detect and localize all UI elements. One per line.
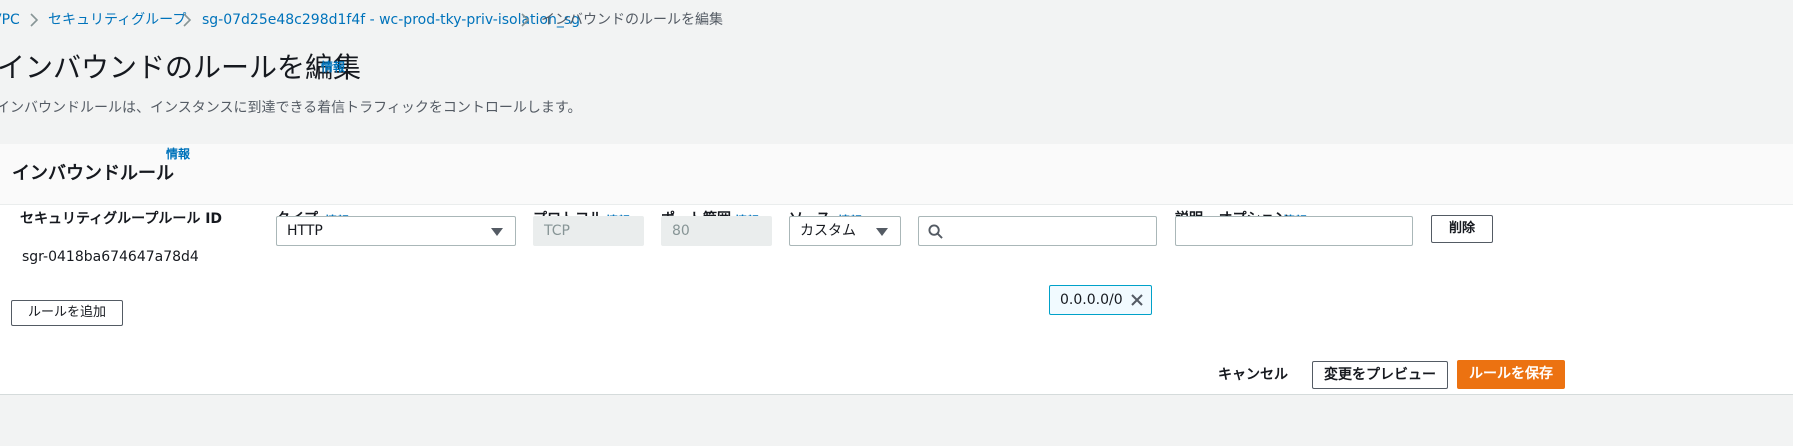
- protocol-value: TCP: [544, 223, 570, 239]
- chevron-right-icon: [30, 13, 39, 27]
- panel-header: [0, 144, 1793, 205]
- description-input[interactable]: [1175, 216, 1413, 246]
- page-title: インバウンドのルールを編集: [0, 51, 362, 84]
- page-description: インバウンドルールは、インスタンスに到達できる着信トラフィックをコントロールしま…: [0, 100, 582, 116]
- cancel-button[interactable]: キャンセル: [1212, 361, 1294, 389]
- breadcrumb-security-groups[interactable]: セキュリティグループ: [48, 10, 186, 30]
- caret-down-icon: [491, 228, 503, 236]
- type-select[interactable]: HTTP: [276, 216, 516, 246]
- protocol-field: TCP: [533, 216, 644, 246]
- chevron-right-icon: [183, 13, 192, 27]
- panel-title: インバウンドルール: [12, 163, 174, 184]
- source-search-input[interactable]: [918, 216, 1157, 246]
- page-info-link[interactable]: 情報: [321, 58, 345, 75]
- preview-changes-button[interactable]: 変更をプレビュー: [1312, 361, 1448, 389]
- breadcrumb-current: インバウンドのルールを編集: [541, 12, 723, 28]
- save-rules-button[interactable]: ルールを保存: [1457, 360, 1565, 389]
- source-type-select[interactable]: カスタム: [789, 216, 901, 246]
- source-token-value: 0.0.0.0/0: [1060, 292, 1123, 308]
- panel-info-text: 情報: [166, 147, 191, 161]
- search-icon: [928, 224, 943, 239]
- breadcrumb-vpc[interactable]: VPC: [0, 10, 20, 30]
- rule-id: sgr-0418ba674647a78d4: [22, 249, 199, 265]
- type-select-value: HTTP: [287, 223, 323, 239]
- add-rule-button[interactable]: ルールを追加: [11, 300, 123, 326]
- port-range-field: 80: [661, 216, 772, 246]
- chevron-right-icon: [521, 13, 530, 27]
- source-token: 0.0.0.0/0: [1049, 285, 1152, 315]
- column-header-rule-id: セキュリティグループルール ID: [20, 211, 223, 227]
- source-type-value: カスタム: [800, 223, 856, 239]
- panel-info-link[interactable]: 情報: [166, 148, 190, 160]
- delete-rule-button[interactable]: 削除: [1431, 215, 1493, 243]
- port-range-value: 80: [672, 223, 690, 239]
- close-icon[interactable]: [1130, 293, 1144, 307]
- caret-down-icon: [876, 228, 888, 236]
